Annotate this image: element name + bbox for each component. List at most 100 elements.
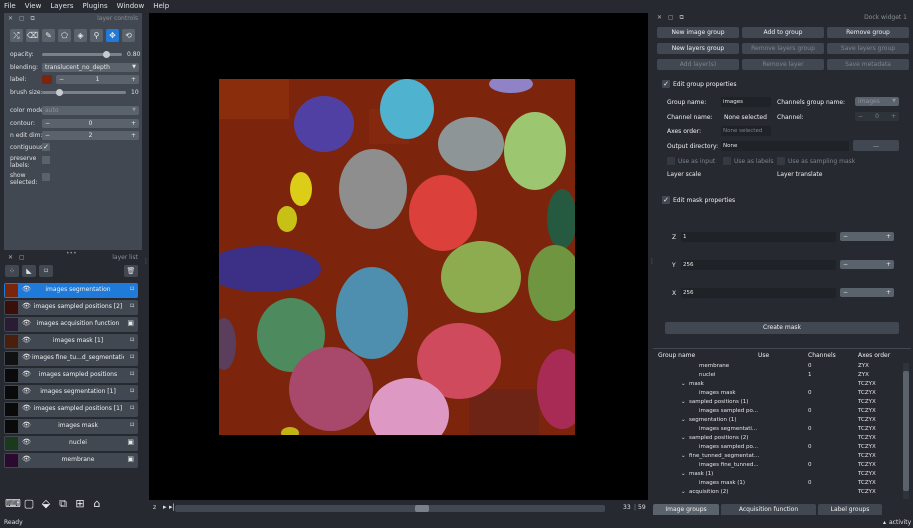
use-as-labels-checkbox[interactable] <box>723 157 731 165</box>
tree-row[interactable]: images sampled po... 0 TCZYX <box>653 444 903 453</box>
pan-zoom-icon[interactable]: ✥ <box>106 29 119 42</box>
edit-group-properties-checkbox[interactable]: ✓ <box>662 80 670 88</box>
dims-slider-track[interactable] <box>175 505 605 512</box>
label-spinbox[interactable]: − 1 + <box>56 75 139 84</box>
delete-layer-icon[interactable]: 🗑 <box>124 265 138 277</box>
layer-name[interactable]: images sampled positions <box>32 371 124 378</box>
plus-icon[interactable]: + <box>131 131 136 140</box>
layer-name[interactable]: images acquisition function <box>32 320 124 327</box>
remove-layers-group-button[interactable]: Remove layers group <box>742 43 824 54</box>
layer-row[interactable]: 👁 images fine_tu...d_segmentation ⌑ <box>4 351 138 366</box>
tab-image-groups-manager[interactable]: Image groups manager <box>653 504 719 524</box>
tree-row[interactable]: ⌄ mask (1) TCZYX <box>653 471 903 480</box>
layer-row[interactable]: 👁 images sampled positions [1] ⌑ <box>4 402 138 417</box>
tree-row[interactable]: images mask (1) 0 TCZYX <box>653 480 903 489</box>
tree-row[interactable]: images mask 0 TCZYX <box>653 390 903 399</box>
layer-name[interactable]: images segmentation [1] <box>32 388 124 395</box>
visibility-eye-icon[interactable]: 👁 <box>22 336 31 344</box>
axes-order-field[interactable]: None selected <box>721 126 771 136</box>
new-labels-icon[interactable]: ⌑ <box>39 265 53 277</box>
tree-row[interactable]: membrane 0 ZYX <box>653 363 903 372</box>
fill-bucket-icon[interactable]: ◈ <box>74 29 87 42</box>
visibility-eye-icon[interactable]: 👁 <box>22 455 31 463</box>
use-as-sampling-mask-checkbox[interactable] <box>777 157 785 165</box>
activity-icon[interactable]: ▴ <box>883 519 886 526</box>
label-color-swatch[interactable] <box>42 75 52 84</box>
shuffle-colors-icon[interactable]: ⤮ <box>10 29 23 42</box>
ndisplay-icon[interactable]: ▢ <box>22 497 36 511</box>
dock-window-icons[interactable]: ✕ ▢ ⧉ <box>8 15 37 23</box>
plus-icon[interactable]: + <box>886 288 891 297</box>
menu-file[interactable]: File <box>4 2 16 10</box>
home-icon[interactable]: ⌂ <box>90 497 104 511</box>
remove-layer-button[interactable]: Remove layer <box>742 59 824 70</box>
edit-mask-properties-checkbox[interactable]: ✓ <box>662 196 670 204</box>
plus-icon[interactable]: + <box>886 260 891 269</box>
groups-tree-table[interactable]: Group name Use Channels Axes order membr… <box>653 348 911 500</box>
plus-icon[interactable]: + <box>886 232 891 241</box>
layer-name[interactable]: membrane <box>32 456 124 463</box>
z-field[interactable]: 1 <box>681 232 836 242</box>
activity-label[interactable]: activity <box>889 519 911 526</box>
tree-row[interactable]: images fine_tunned... 0 TCZYX <box>653 462 903 471</box>
roll-dims-icon[interactable]: ⬙ <box>39 497 53 511</box>
play-icon[interactable]: ▸ <box>163 503 167 511</box>
layer-name[interactable]: images sampled positions [2] <box>32 303 124 310</box>
tree-scrollbar[interactable] <box>903 363 909 499</box>
polygon-icon[interactable]: ⬠ <box>58 29 71 42</box>
menu-window[interactable]: Window <box>117 2 145 10</box>
transpose-icon[interactable]: ⧉ <box>56 497 70 511</box>
tree-row[interactable]: ⌄ fine_tunned_segmentat... TCZYX <box>653 453 903 462</box>
visibility-eye-icon[interactable]: 👁 <box>22 319 31 327</box>
expand-chevron-icon[interactable]: ⌄ <box>681 471 686 477</box>
new-layers-group-button[interactable]: New layers group <box>657 43 739 54</box>
opacity-slider[interactable] <box>42 53 122 56</box>
y-field[interactable]: 256 <box>681 260 836 270</box>
layer-row[interactable]: 👁 images segmentation ⌑ <box>4 283 138 298</box>
visibility-eye-icon[interactable]: 👁 <box>22 421 31 429</box>
browse-directory-button[interactable]: ... <box>853 140 899 151</box>
create-mask-button[interactable]: Create mask <box>665 322 899 334</box>
visibility-eye-icon[interactable]: 👁 <box>22 438 31 446</box>
minus-icon[interactable]: − <box>843 232 848 241</box>
brush-size-slider-handle[interactable] <box>55 89 63 96</box>
layer-row[interactable]: 👁 images mask [1] ⌑ <box>4 334 138 349</box>
layer-row[interactable]: 👁 nuclei ▣ <box>4 436 138 451</box>
layer-row[interactable]: 👁 images sampled positions [2] ⌑ <box>4 300 138 315</box>
z-spinbox[interactable]: − + <box>840 232 894 241</box>
expand-chevron-icon[interactable]: ⌄ <box>681 435 686 441</box>
tree-row[interactable]: ⌄ segmentation (1) TCZYX <box>653 417 903 426</box>
plus-icon[interactable]: + <box>131 119 136 128</box>
expand-chevron-icon[interactable]: ⌄ <box>681 399 686 405</box>
tree-row[interactable]: ⌄ mask TCZYX <box>653 381 903 390</box>
brush-size-slider[interactable] <box>42 91 126 94</box>
color-mode-select[interactable]: auto ▼ <box>42 106 139 115</box>
new-image-group-button[interactable]: New image group <box>657 27 739 38</box>
group-name-field[interactable]: images <box>721 97 771 107</box>
menu-view[interactable]: View <box>25 2 42 10</box>
tree-scrollbar-handle[interactable] <box>903 371 909 491</box>
new-points-icon[interactable]: ⁘ <box>5 265 19 277</box>
layer-row[interactable]: 👁 images acquisition function ▣ <box>4 317 138 332</box>
new-shapes-icon[interactable]: ◣ <box>22 265 36 277</box>
layer-row[interactable]: 👁 membrane ▣ <box>4 453 138 468</box>
column-header-group-name[interactable]: Group name <box>658 352 695 359</box>
expand-chevron-icon[interactable]: ⌄ <box>681 453 686 459</box>
layer-row[interactable]: 👁 images sampled positions ⌑ <box>4 368 138 383</box>
tree-row[interactable]: ⌄ sampled positions (2) TCZYX <box>653 435 903 444</box>
remove-group-button[interactable]: Remove group <box>827 27 909 38</box>
column-header-use[interactable]: Use <box>758 352 769 359</box>
menu-plugins[interactable]: Plugins <box>83 2 108 10</box>
minus-icon[interactable]: − <box>843 288 848 297</box>
visibility-eye-icon[interactable]: 👁 <box>22 302 31 310</box>
tab-label-groups-manager[interactable]: Label groups manager <box>818 504 882 524</box>
blending-select[interactable]: translucent_no_depth ▼ <box>42 63 139 72</box>
layer-row[interactable]: 👁 images mask ⌑ <box>4 419 138 434</box>
save-metadata-button[interactable]: Save metadata <box>827 59 909 70</box>
channel-spinbox[interactable]: − 0 + <box>855 112 899 121</box>
step-icon[interactable]: ▸| <box>169 503 175 511</box>
visibility-eye-icon[interactable]: 👁 <box>22 387 31 395</box>
visibility-eye-icon[interactable]: 👁 <box>22 285 31 293</box>
visibility-eye-icon[interactable]: 👁 <box>22 370 31 378</box>
x-spinbox[interactable]: − + <box>840 288 894 297</box>
